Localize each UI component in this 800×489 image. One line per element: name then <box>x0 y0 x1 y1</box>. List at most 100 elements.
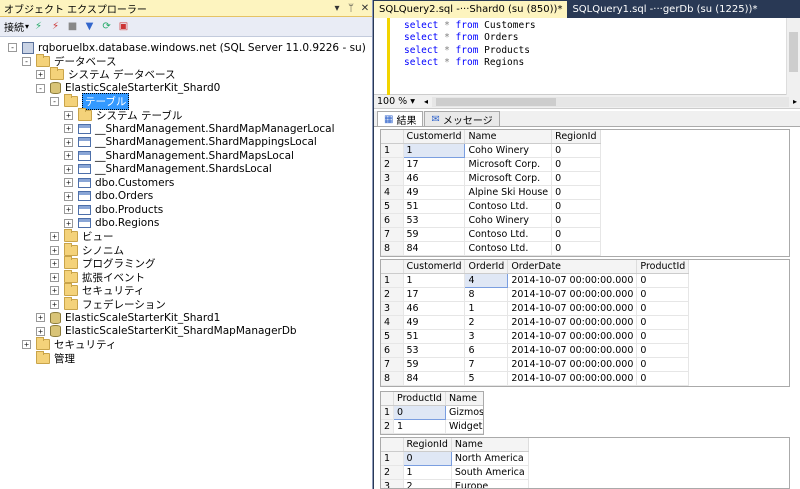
result-tab[interactable]: ✉ メッセージ <box>424 111 500 127</box>
row-number[interactable]: 2 <box>381 465 404 480</box>
connect-server-icon[interactable]: ⚡ <box>31 20 46 34</box>
grid-cell[interactable]: Gizmos <box>445 405 483 420</box>
expand-icon[interactable]: + <box>50 272 59 282</box>
grid-column-header[interactable]: RegionId <box>551 130 601 144</box>
grid-cell[interactable]: 59 <box>403 357 466 372</box>
grid-cell[interactable]: 5 <box>464 371 509 386</box>
expand-icon[interactable]: + <box>64 164 73 174</box>
row-number[interactable]: 2 <box>381 419 395 434</box>
result-tab[interactable]: ▦ 結果 <box>377 111 424 127</box>
row-number[interactable]: 3 <box>381 479 404 488</box>
tree-node[interactable]: + フェデレーション <box>50 296 166 312</box>
table-row[interactable]: 1 1 Coho Winery 0 <box>381 142 601 158</box>
row-number[interactable]: 4 <box>381 315 404 330</box>
grid-cell[interactable]: 1 <box>402 142 466 158</box>
grid-cell[interactable]: 59 <box>403 227 466 242</box>
grid-corner[interactable] <box>381 130 404 144</box>
grid-column-header[interactable]: CustomerId <box>403 260 466 274</box>
row-number[interactable]: 7 <box>381 227 404 242</box>
grid-cell[interactable]: North America <box>451 451 529 466</box>
grid-cell[interactable]: 0 <box>393 404 446 420</box>
query-tab[interactable]: SQLQuery1.sql -···gerDb (su (1225))* <box>567 1 762 18</box>
grid-cell[interactable]: 0 <box>636 329 690 344</box>
grid-cell[interactable]: 0 <box>636 343 690 358</box>
expand-icon[interactable]: + <box>22 340 31 350</box>
table-row[interactable]: 5 51 3 2014-10-07 00:00:00.000 0 <box>381 329 690 344</box>
expand-icon[interactable]: + <box>36 70 45 80</box>
tree-node[interactable]: + __ShardManagement.ShardsLocal <box>64 163 272 177</box>
grid-cell[interactable]: 0 <box>551 227 601 242</box>
grid-cell[interactable]: 53 <box>403 343 466 358</box>
table-row[interactable]: 3 46 1 2014-10-07 00:00:00.000 0 <box>381 301 690 316</box>
table-row[interactable]: 7 59 Contoso Ltd. 0 <box>381 227 601 242</box>
grid-cell[interactable]: 0 <box>551 157 601 172</box>
grid-cell[interactable]: 2014-10-07 00:00:00.000 <box>507 315 638 330</box>
scroll-left-icon[interactable]: ◂ <box>424 97 428 106</box>
dropdown-icon[interactable]: ▾ <box>330 3 344 14</box>
tree-node[interactable]: 管理 <box>22 350 75 366</box>
grid-cell[interactable]: 1 <box>393 419 446 434</box>
row-number[interactable]: 3 <box>381 301 404 316</box>
grid-cell[interactable]: 0 <box>636 371 690 386</box>
table-row[interactable]: 1 0 North America <box>381 450 529 466</box>
result-grid[interactable]: CustomerId OrderId OrderDate ProductId 1 1 4 20… <box>380 259 790 387</box>
tree-node[interactable]: + セキュリティ <box>50 283 144 298</box>
grid-cell[interactable]: Alpine Ski House <box>464 185 553 200</box>
tree-node[interactable]: + ビュー <box>50 229 114 244</box>
grid-cell[interactable]: Microsoft Corp. <box>464 171 553 186</box>
editor-horizontal-scrollbar[interactable] <box>432 96 789 107</box>
tree-node[interactable]: + __ShardManagement.ShardMapsLocal <box>64 149 294 163</box>
grid-cell[interactable]: 53 <box>403 213 466 228</box>
grid-cell[interactable]: Contoso Ltd. <box>464 241 553 256</box>
grid-cell[interactable]: 2014-10-07 00:00:00.000 <box>507 301 638 316</box>
tree-node[interactable]: - rqboruelbx.database.windows.net (SQL Se… <box>8 41 366 55</box>
grid-cell[interactable]: 84 <box>403 241 466 256</box>
grid-column-header[interactable]: RegionId <box>403 438 452 452</box>
grid-cell[interactable]: 51 <box>403 199 466 214</box>
tree-node[interactable]: + dbo.Regions <box>64 217 159 231</box>
expand-icon[interactable]: + <box>64 151 73 161</box>
row-number[interactable]: 6 <box>381 213 404 228</box>
tree-node[interactable]: + ElasticScaleStarterKit_Shard1 <box>36 311 220 325</box>
grid-cell[interactable]: 0 <box>636 357 690 372</box>
grid-column-header[interactable]: CustomerId <box>403 130 466 144</box>
expand-icon[interactable]: + <box>64 191 73 201</box>
table-row[interactable]: 1 0 Gizmos <box>381 404 483 420</box>
filter-icon[interactable]: ▼ <box>82 20 97 34</box>
sql-editor[interactable]: select * from Customers select * from Ord… <box>374 18 800 95</box>
scroll-right-icon[interactable]: ▸ <box>793 97 800 106</box>
grid-cell[interactable]: 6 <box>464 343 509 358</box>
row-number[interactable]: 7 <box>381 357 404 372</box>
expand-icon[interactable]: + <box>64 205 73 215</box>
grid-column-header[interactable]: OrderId <box>464 260 509 274</box>
row-number[interactable]: 6 <box>381 343 404 358</box>
grid-cell[interactable]: 49 <box>403 315 466 330</box>
expand-icon[interactable]: + <box>50 299 59 309</box>
grid-cell[interactable]: Microsoft Corp. <box>464 157 553 172</box>
table-row[interactable]: 3 2 Europe <box>381 479 529 488</box>
grid-cell[interactable]: Europe <box>451 479 529 488</box>
grid-cell[interactable]: 1 <box>403 273 466 288</box>
grid-cell[interactable]: 2014-10-07 00:00:00.000 <box>507 357 638 372</box>
grid-cell[interactable]: 0 <box>402 450 452 466</box>
grid-cell[interactable]: 2014-10-07 00:00:00.000 <box>507 273 638 288</box>
grid-cell[interactable]: 8 <box>464 287 509 302</box>
table-row[interactable]: 4 49 2 2014-10-07 00:00:00.000 0 <box>381 315 690 330</box>
tree-node[interactable]: + セキュリティ <box>22 337 116 352</box>
pin-icon[interactable]: ᛘ <box>344 3 358 14</box>
grid-cell[interactable]: 0 <box>636 301 690 316</box>
disconnect-icon[interactable]: ⚡ <box>48 20 63 34</box>
stop-icon[interactable]: ■ <box>65 20 80 34</box>
table-row[interactable]: 2 17 Microsoft Corp. 0 <box>381 157 601 172</box>
grid-cell[interactable]: 0 <box>636 287 690 302</box>
table-row[interactable]: 8 84 Contoso Ltd. 0 <box>381 241 601 256</box>
row-number[interactable]: 1 <box>381 273 404 288</box>
table-row[interactable]: 3 46 Microsoft Corp. 0 <box>381 171 601 186</box>
tree-node[interactable]: + システム テーブル <box>64 107 182 123</box>
close-icon[interactable]: ✕ <box>358 3 372 14</box>
expand-icon[interactable]: + <box>50 286 59 296</box>
table-row[interactable]: 4 49 Alpine Ski House 0 <box>381 185 601 200</box>
tree-node[interactable]: - データベース <box>22 53 116 69</box>
table-row[interactable]: 6 53 6 2014-10-07 00:00:00.000 0 <box>381 343 690 358</box>
grid-cell[interactable]: 0 <box>551 241 601 256</box>
